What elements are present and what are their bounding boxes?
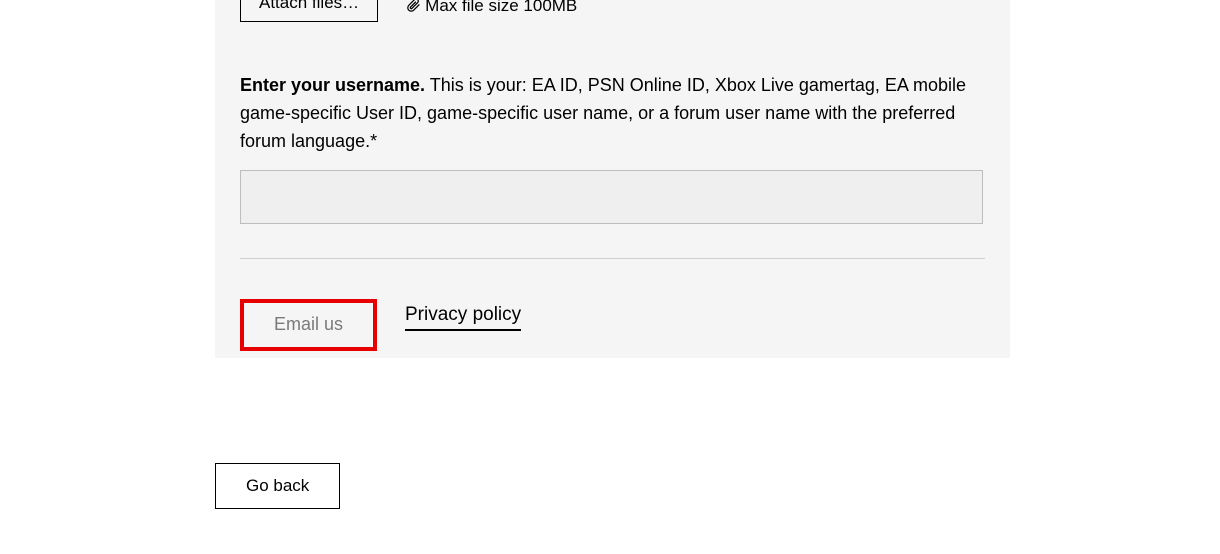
privacy-policy-link[interactable]: Privacy policy bbox=[405, 304, 521, 331]
form-panel: Attach files… Max file size 100MB Enter … bbox=[215, 0, 1010, 358]
attach-row: Attach files… Max file size 100MB bbox=[240, 0, 985, 22]
username-input[interactable] bbox=[240, 170, 983, 224]
max-file-size-text: Max file size 100MB bbox=[425, 0, 577, 16]
username-block: Enter your username. This is your: EA ID… bbox=[240, 72, 985, 224]
email-us-button[interactable]: Email us bbox=[240, 299, 377, 351]
actions-row: Email us Privacy policy bbox=[240, 299, 985, 351]
username-label: Enter your username. This is your: EA ID… bbox=[240, 72, 985, 156]
paperclip-icon bbox=[406, 0, 421, 16]
max-file-size-label: Max file size 100MB bbox=[406, 0, 577, 16]
go-back-button[interactable]: Go back bbox=[215, 463, 340, 509]
username-label-bold: Enter your username. bbox=[240, 75, 425, 95]
attach-files-button[interactable]: Attach files… bbox=[240, 0, 378, 22]
divider bbox=[240, 258, 985, 259]
